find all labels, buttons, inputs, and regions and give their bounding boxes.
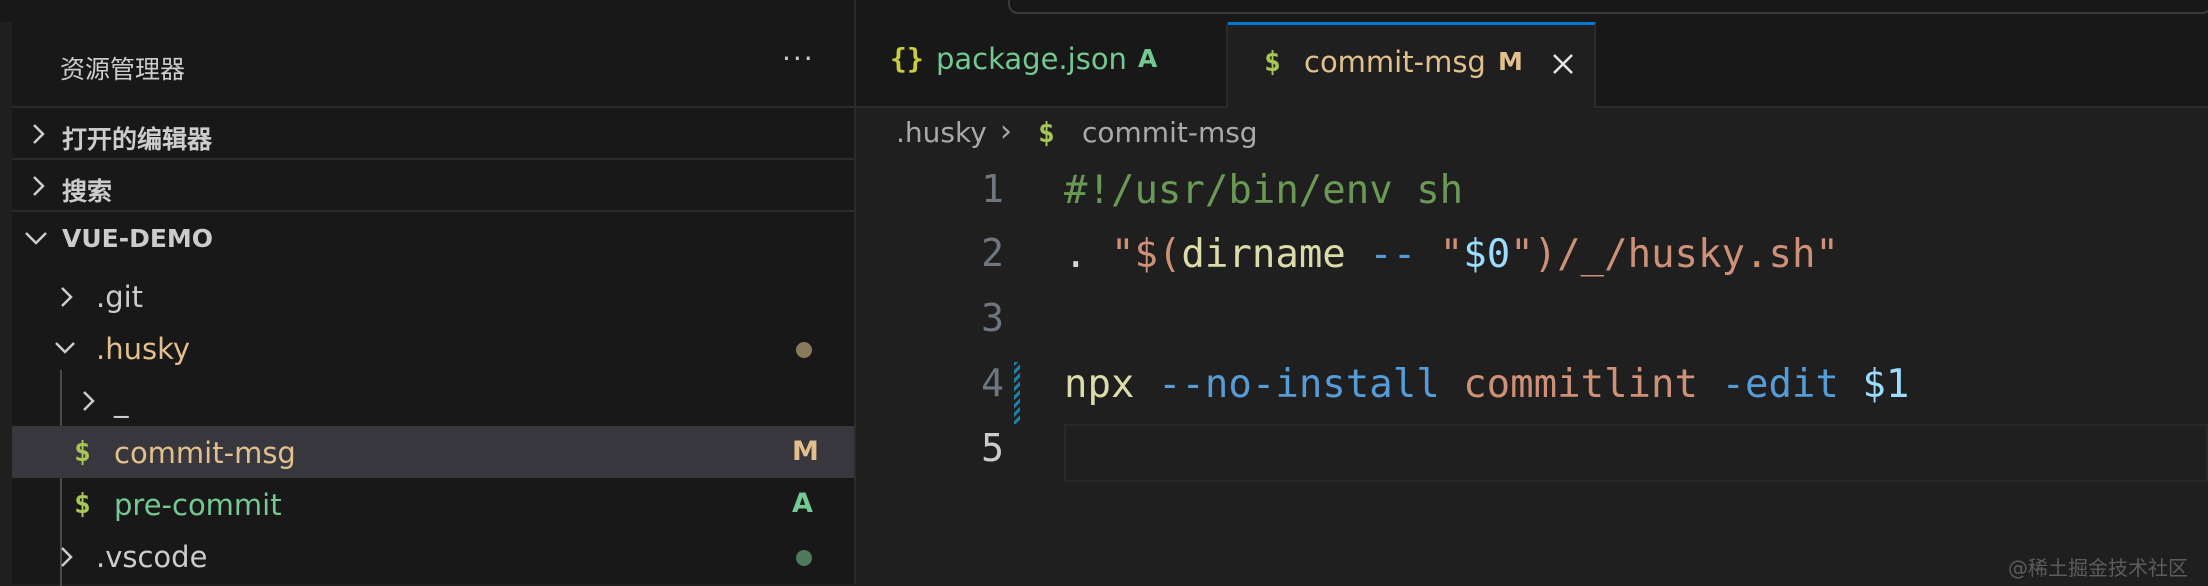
code-line-4[interactable]: npx --no-install commitlint -edit $1	[1064, 362, 1909, 407]
token-string: "	[1439, 232, 1464, 277]
close-icon[interactable]	[1550, 51, 1576, 77]
tree-item-commit-msg[interactable]: $ commit-msg M	[12, 426, 854, 478]
shell-file-icon: $	[1038, 116, 1055, 149]
token-argument: commitlint	[1463, 362, 1698, 407]
line-number: 4	[981, 361, 1004, 405]
token-command: dirname	[1181, 232, 1346, 277]
tree-item-label: _	[114, 384, 129, 418]
code-line-2[interactable]: . "$(dirname -- "$0")/_/husky.sh"	[1064, 232, 1839, 277]
token-dot: .	[1064, 232, 1111, 277]
chevron-down-icon	[25, 232, 47, 245]
editor-area: {} package.json A $ commit-msg M .husky …	[856, 22, 2208, 584]
tree-item-vscode[interactable]: .vscode	[12, 530, 854, 582]
json-file-icon: {}	[890, 42, 924, 75]
token-flag: --no-install	[1157, 362, 1440, 407]
explorer-sidebar: 资源管理器 ··· 打开的编辑器 搜索 VUE-DEMO .git .husky…	[12, 22, 856, 586]
line-number: 2	[981, 231, 1004, 275]
token-string: ")/_/husky.sh"	[1510, 232, 1839, 277]
tab-package-json[interactable]: {} package.json A	[856, 22, 1228, 106]
shell-file-icon: $	[74, 487, 91, 520]
chevron-right-icon	[61, 287, 73, 307]
token-flag: --	[1369, 232, 1417, 277]
token-string: "$(	[1110, 232, 1182, 277]
tree-item-pre-commit[interactable]: $ pre-commit A	[12, 478, 854, 530]
modified-dot-icon	[796, 342, 812, 358]
git-modified-gutter-indicator	[1014, 362, 1020, 424]
added-dot-icon	[796, 550, 812, 566]
watermark: @稀土掘金技术社区	[2008, 556, 2188, 580]
tree-item-label: .vscode	[96, 540, 208, 574]
tab-commit-msg[interactable]: $ commit-msg M	[1228, 22, 1596, 108]
shell-file-icon: $	[74, 435, 91, 468]
chevron-right-icon	[61, 547, 73, 567]
git-status-badge: M	[792, 436, 819, 467]
tab-label: commit-msg	[1304, 45, 1486, 79]
tab-bar: {} package.json A $ commit-msg M	[856, 22, 2208, 108]
more-actions-icon[interactable]: ···	[782, 42, 815, 75]
git-status-badge: M	[1498, 47, 1523, 76]
chevron-right-icon	[83, 391, 95, 411]
breadcrumb-file[interactable]: commit-msg	[1082, 116, 1258, 149]
shell-file-icon: $	[1264, 45, 1281, 78]
chevron-down-icon	[55, 342, 75, 354]
project-name: VUE-DEMO	[62, 224, 214, 253]
tree-item-label: pre-commit	[114, 488, 282, 522]
tab-label: package.json	[936, 42, 1127, 76]
token-flag: -edit	[1721, 362, 1839, 407]
title-divider	[854, 0, 856, 22]
git-status-badge: A	[792, 488, 813, 519]
section-project[interactable]: VUE-DEMO	[12, 210, 854, 264]
tree-item-label: commit-msg	[114, 436, 296, 470]
section-open-editors[interactable]: 打开的编辑器	[12, 106, 854, 160]
git-status-badge: A	[1138, 44, 1158, 73]
explorer-title: 资源管理器	[60, 55, 186, 84]
breadcrumb-folder[interactable]: .husky	[896, 116, 987, 149]
token-command: npx	[1064, 362, 1135, 407]
current-line-highlight	[1064, 424, 2208, 482]
code-line-1[interactable]: #!/usr/bin/env sh	[1064, 168, 1463, 213]
tree-item-husky[interactable]: .husky	[12, 322, 854, 374]
chevron-right-icon	[33, 124, 45, 144]
tree-item-label: .husky	[96, 332, 191, 366]
chevron-right-icon	[33, 176, 45, 196]
breadcrumb-separator-icon: ›	[1000, 114, 1012, 149]
title-bar-strip	[0, 0, 2208, 22]
section-search[interactable]: 搜索	[12, 158, 854, 212]
line-number: 3	[981, 296, 1004, 340]
section-label: 打开的编辑器	[62, 125, 213, 154]
command-center[interactable]	[1008, 0, 2208, 14]
section-label: 搜索	[62, 177, 113, 206]
tree-item-underscore[interactable]: _	[12, 374, 854, 426]
tree-item-label: .git	[96, 280, 144, 314]
token-variable: $1	[1862, 362, 1910, 407]
tree-item-git[interactable]: .git	[12, 270, 854, 322]
token-variable: $0	[1463, 232, 1511, 277]
line-number: 5	[981, 426, 1004, 470]
line-number: 1	[981, 167, 1004, 211]
